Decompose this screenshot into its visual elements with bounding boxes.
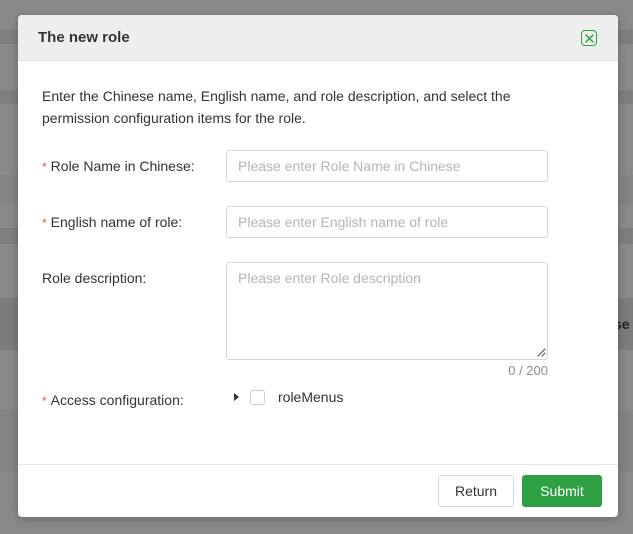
required-mark: * <box>42 160 47 174</box>
role-menus-label[interactable]: roleMenus <box>278 389 343 405</box>
submit-button[interactable]: Submit <box>522 475 602 507</box>
role-name-cn-input[interactable] <box>226 150 548 182</box>
dialog-title: The new role <box>38 29 130 46</box>
required-mark: * <box>42 394 47 408</box>
role-name-en-input[interactable] <box>226 206 548 238</box>
new-role-dialog: The new role Enter the Chinese name, Eng… <box>18 15 618 517</box>
expand-caret-icon[interactable] <box>234 393 239 401</box>
role-menus-checkbox[interactable] <box>250 390 265 405</box>
role-description-textarea[interactable] <box>226 262 548 360</box>
dialog-description: Enter the Chinese name, English name, an… <box>42 88 511 126</box>
character-counter: 0 / 200 <box>508 363 548 378</box>
resize-handle-icon[interactable] <box>537 348 546 357</box>
role-name-cn-label: * Role Name in Chinese: <box>42 158 195 174</box>
access-config-label-text: Access configuration: <box>50 392 184 408</box>
role-description-label: Role description: <box>42 270 147 286</box>
role-name-en-label-text: English name of role: <box>50 214 183 230</box>
footer-divider <box>18 464 618 465</box>
dialog-header: The new role <box>18 15 618 61</box>
role-name-cn-label-text: Role Name in Chinese: <box>50 158 195 174</box>
close-icon <box>584 33 594 43</box>
return-button[interactable]: Return <box>438 475 514 507</box>
close-button[interactable] <box>581 30 597 46</box>
role-name-en-label: * English name of role: <box>42 214 182 230</box>
access-config-label: * Access configuration: <box>42 392 184 408</box>
required-mark: * <box>42 216 47 230</box>
